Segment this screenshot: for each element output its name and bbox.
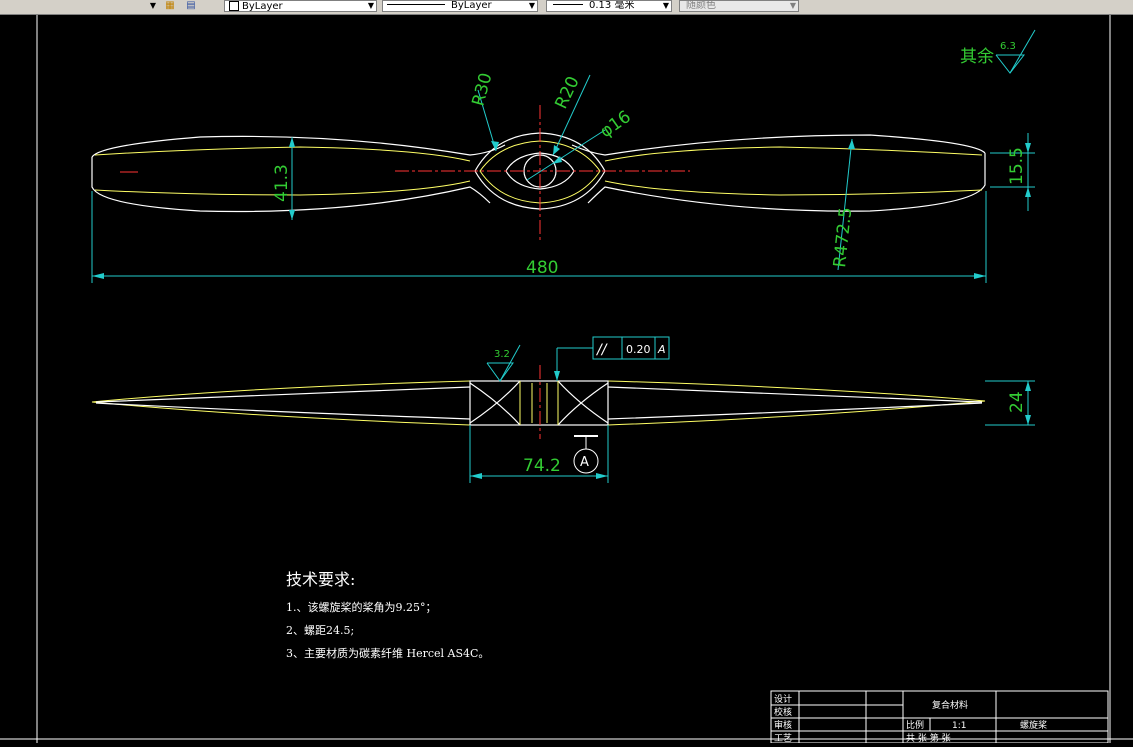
propeller-side-view [91,380,986,426]
lineweight-control-value: 0.13 毫米 [589,0,635,11]
tb-scale-label: 比例 [906,719,924,731]
plotstyle-control-value: 随颜色 [686,0,716,11]
linetype-control-value: ByLayer [451,0,492,11]
tb-design-label: 设计 [774,693,792,705]
notes-line-1: 1.、该螺旋桨的桨角为9.25°； [286,600,437,614]
dim-r20-text: R20 [551,73,583,112]
tolerance-frame [554,336,670,381]
tb-sheets: 共 张 第 张 [906,732,951,743]
tb-part-name: 螺旋桨 [1020,719,1047,731]
lineweight-control[interactable]: 0.13 毫米 ▼ [546,0,672,12]
dim-480-text: 480 [526,258,558,278]
linetype-control[interactable]: ByLayer ▼ [382,0,538,12]
properties-toolbar: ▼ ▦ ▤ ByLayer ▼ ByLayer ▼ 0.13 毫米 ▼ 随颜色 … [0,0,1133,15]
tb-scale-value: 1:1 [952,721,966,731]
tb-review-label: 审核 [774,719,792,731]
tb-check-label: 校核 [774,706,792,718]
chevron-down-icon[interactable]: ▼ [790,1,796,11]
layer-state-icon[interactable]: ▦ [163,0,177,12]
dim-41-3-text: 41.3 [272,164,292,202]
layer-previous-icon[interactable]: ▤ [184,0,198,12]
chevron-down-icon[interactable]: ▼ [529,1,535,11]
dim-15-5-text: 15.5 [1007,147,1027,185]
tb-craft-label: 工艺 [774,733,792,743]
dim-phi16-text: φ16 [596,107,634,142]
layer-dropdown-arrow[interactable]: ▼ [148,0,158,12]
notes-line-2: 2、螺距24.5; [286,624,354,637]
roughness-label: 其余 [960,47,994,67]
tolerance-symbol: // [595,342,608,358]
lineweight-sample [553,3,583,5]
tb-material: 复合材料 [932,699,968,711]
tolerance-value: 0.20 [626,343,651,356]
roughness-value: 6.3 [1000,41,1016,52]
chevron-down-icon[interactable]: ▼ [663,1,669,11]
tolerance-datum: A [657,343,666,356]
drawing-svg: 其余 6.3 R30 R20 φ16 41.3 15.5 R472.5 480 … [0,15,1133,744]
rough-3-2-text: 3.2 [494,349,510,360]
dim-74-2-text: 74.2 [523,456,561,476]
color-control[interactable]: ByLayer ▼ [224,0,377,12]
dim-r472-5-text: R472.5 [830,206,856,268]
chevron-down-icon[interactable]: ▼ [368,1,374,11]
dim-r30-text: R30 [469,71,497,108]
drawing-canvas[interactable]: 其余 6.3 R30 R20 φ16 41.3 15.5 R472.5 480 … [0,15,1133,744]
datum-a-text: A [580,455,589,470]
color-swatch-icon [229,1,239,11]
linetype-sample [387,3,445,5]
plotstyle-control[interactable]: 随颜色 ▼ [679,0,799,12]
notes-line-3: 3、主要材质为碳素纤维 Hercel AS4C。 [286,646,489,660]
dim-24-text: 24 [1007,391,1027,413]
notes-title: 技术要求: [286,570,355,589]
color-control-value: ByLayer [242,1,283,12]
